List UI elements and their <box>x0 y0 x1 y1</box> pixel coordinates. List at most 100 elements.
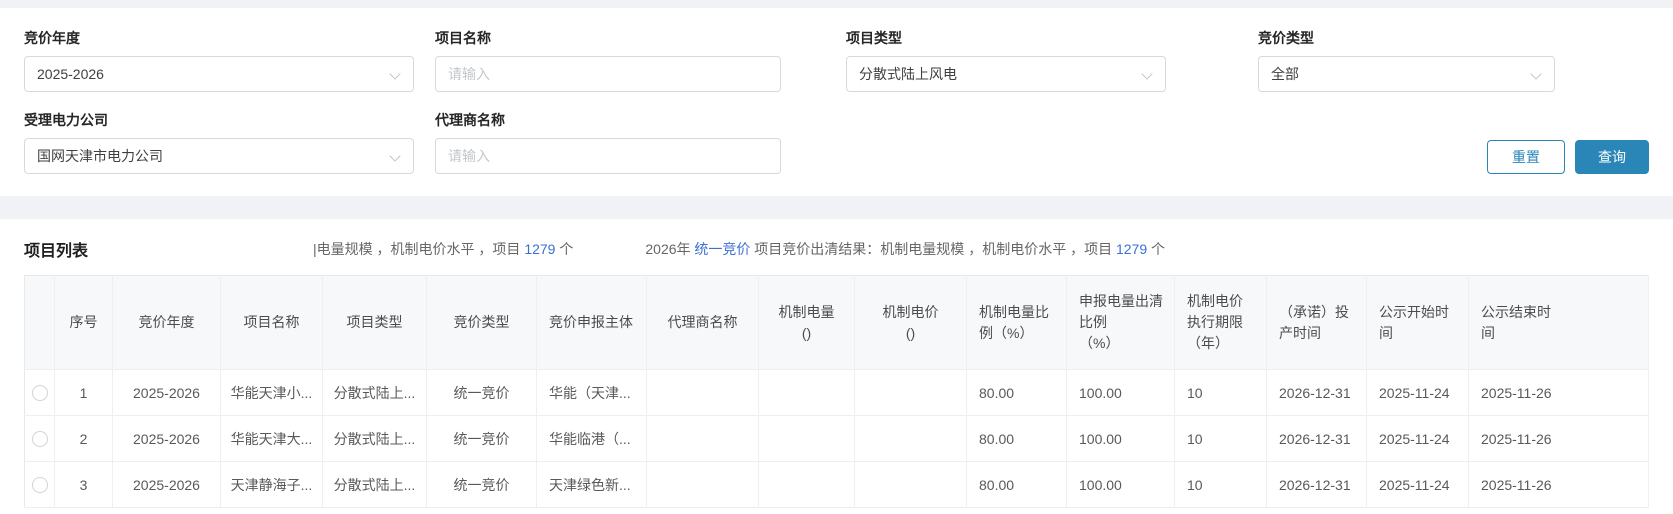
col-header-bidding-year: 竞价年度 <box>112 275 221 370</box>
cell-mechanism-energy <box>758 369 855 416</box>
cell-publicity-start: 2025-11-24 <box>1366 461 1469 508</box>
field-project-type: 项目类型 分散式陆上风电 <box>846 28 1258 92</box>
agent-name-input[interactable] <box>448 148 768 164</box>
project-name-input[interactable] <box>448 66 768 82</box>
row-radio[interactable] <box>31 385 48 402</box>
cell-execution-period: 10 <box>1174 369 1267 416</box>
col-header-mechanism-energy: 机制电量() <box>758 275 855 370</box>
row-radio[interactable] <box>31 477 48 494</box>
filter-actions: 重置 查询 <box>1258 110 1649 174</box>
cell-seq: 2 <box>54 415 113 462</box>
cell-production-date: 2026-12-31 <box>1266 369 1367 416</box>
cell-project-name: 华能天津大... <box>220 415 323 462</box>
cell-project-type: 分散式陆上... <box>322 461 427 508</box>
chevron-down-icon <box>389 150 401 162</box>
project-count[interactable]: 1279 <box>1116 241 1147 257</box>
col-header-publicity-start: 公示开始时间 <box>1366 275 1469 370</box>
reset-button[interactable]: 重置 <box>1487 140 1565 174</box>
cell-mechanism-price <box>854 461 967 508</box>
cell-project-name: 天津静海子... <box>220 461 323 508</box>
cell-energy-ratio: 80.00 <box>966 415 1067 462</box>
bidding-type-value: 全部 <box>1271 66 1299 82</box>
field-power-company: 受理电力公司 国网天津市电力公司 <box>24 110 435 174</box>
col-header-production-date: （承诺）投产时间 <box>1266 275 1367 370</box>
col-header-publicity-end: 公示结束时间 <box>1468 275 1649 370</box>
chevron-down-icon <box>1141 68 1153 80</box>
chevron-down-icon <box>389 68 401 80</box>
cell-clearing-ratio: 100.00 <box>1066 415 1175 462</box>
cell-project-name: 华能天津小... <box>220 369 323 416</box>
cell-project-type: 分散式陆上... <box>322 415 427 462</box>
agent-name-label: 代理商名称 <box>435 112 505 128</box>
bidding-year-select[interactable]: 2025-2026 <box>24 56 414 92</box>
power-company-value: 国网天津市电力公司 <box>37 148 163 164</box>
unified-bidding-link[interactable]: 统一竞价 <box>694 241 750 257</box>
cell-agent-name <box>646 461 759 508</box>
cell-production-date: 2026-12-31 <box>1266 415 1367 462</box>
cell-seq: 1 <box>54 369 113 416</box>
row-radio[interactable] <box>31 431 48 448</box>
cell-energy-ratio: 80.00 <box>966 461 1067 508</box>
project-list-panel: 项目列表 |电量规模 ，机制电价水平 ，项目 1279 个 2026年 统一竞价… <box>0 219 1673 514</box>
cell-publicity-start: 2025-11-24 <box>1366 415 1469 462</box>
agent-name-control <box>435 138 781 174</box>
col-header-declaring-entity: 竞价申报主体 <box>536 275 647 370</box>
col-header-bidding-type: 竞价类型 <box>426 275 537 370</box>
power-company-label: 受理电力公司 <box>24 112 108 128</box>
filter-panel: 竞价年度 2025-2026 项目名称 项目类型 分散式陆上风电 竞价类型 全部 <box>0 8 1673 196</box>
cell-mechanism-price <box>854 369 967 416</box>
cell-declaring-entity: 天津绿色新... <box>536 461 647 508</box>
cell-bidding-type: 统一竞价 <box>426 369 537 416</box>
cell-execution-period: 10 <box>1174 415 1267 462</box>
project-name-label: 项目名称 <box>435 30 491 46</box>
radio-cell <box>24 461 55 508</box>
col-header-project-name: 项目名称 <box>220 275 323 370</box>
project-name-control <box>435 56 781 92</box>
project-type-value: 分散式陆上风电 <box>859 66 957 82</box>
radio-column-header <box>24 275 55 370</box>
cell-publicity-end: 2025-11-26 <box>1468 461 1649 508</box>
cell-bidding-year: 2025-2026 <box>112 369 221 416</box>
project-type-label: 项目类型 <box>846 30 902 46</box>
bidding-type-label: 竞价类型 <box>1258 30 1314 46</box>
cell-mechanism-energy <box>758 461 855 508</box>
table-row[interactable]: 2 2025-2026 华能天津大... 分散式陆上... 统一竞价 华能临港（… <box>24 415 1649 462</box>
bidding-year-label: 竞价年度 <box>24 30 80 46</box>
page-title: 项目列表 <box>24 243 89 260</box>
cell-mechanism-energy <box>758 415 855 462</box>
table-header-row: 序号 竞价年度 项目名称 项目类型 竞价类型 竞价申报主体 代理商名称 机制电量… <box>24 275 1649 370</box>
table-row[interactable]: 3 2025-2026 天津静海子... 分散式陆上... 统一竞价 天津绿色新… <box>24 461 1649 508</box>
clearing-summary-2026: 2026年 统一竞价 项目竞价出清结果：机制电量规模 ，机制电价水平 ，项目 1… <box>645 241 1166 257</box>
table-row[interactable]: 1 2025-2026 华能天津小... 分散式陆上... 统一竞价 华能（天津… <box>24 369 1649 416</box>
col-header-energy-ratio: 机制电量比例（%） <box>966 275 1067 370</box>
col-header-agent-name: 代理商名称 <box>646 275 759 370</box>
field-agent-name: 代理商名称 <box>435 110 846 174</box>
cell-clearing-ratio: 100.00 <box>1066 369 1175 416</box>
cell-agent-name <box>646 369 759 416</box>
project-count[interactable]: 1279 <box>524 241 555 257</box>
col-header-execution-period: 机制电价执行期限 （年） <box>1174 275 1267 370</box>
radio-cell <box>24 369 55 416</box>
cell-agent-name <box>646 415 759 462</box>
bidding-type-select[interactable]: 全部 <box>1258 56 1555 92</box>
col-header-project-type: 项目类型 <box>322 275 427 370</box>
list-header: 项目列表 |电量规模 ，机制电价水平 ，项目 1279 个 2026年 统一竞价… <box>24 237 1649 261</box>
cell-energy-ratio: 80.00 <box>966 369 1067 416</box>
cell-seq: 3 <box>54 461 113 508</box>
col-header-mechanism-price: 机制电价() <box>854 275 967 370</box>
project-type-select[interactable]: 分散式陆上风电 <box>846 56 1166 92</box>
cell-publicity-end: 2025-11-26 <box>1468 415 1649 462</box>
cell-clearing-ratio: 100.00 <box>1066 461 1175 508</box>
cell-publicity-end: 2025-11-26 <box>1468 369 1649 416</box>
cell-bidding-type: 统一竞价 <box>426 415 537 462</box>
field-project-name: 项目名称 <box>435 28 846 92</box>
cell-mechanism-price <box>854 415 967 462</box>
power-company-select[interactable]: 国网天津市电力公司 <box>24 138 414 174</box>
cell-declaring-entity: 华能临港（... <box>536 415 647 462</box>
field-bidding-type: 竞价类型 全部 <box>1258 28 1649 92</box>
search-button[interactable]: 查询 <box>1575 140 1649 174</box>
cell-production-date: 2026-12-31 <box>1266 461 1367 508</box>
bidding-year-value: 2025-2026 <box>37 66 104 82</box>
cell-execution-period: 10 <box>1174 461 1267 508</box>
clearing-summary-current: |电量规模 ，机制电价水平 ，项目 1279 个 <box>313 241 574 257</box>
